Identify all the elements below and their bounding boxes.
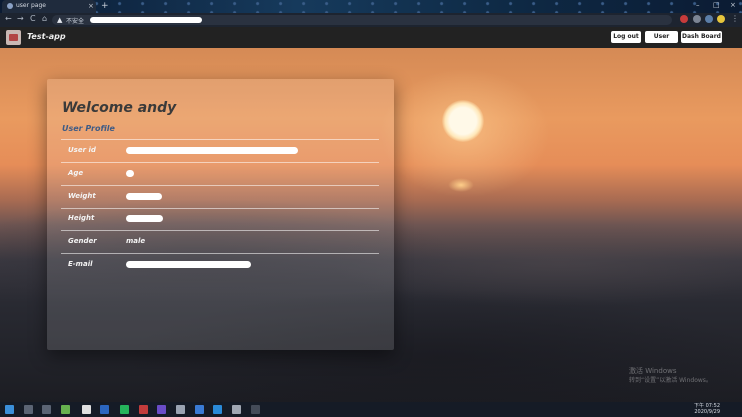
weight-label: Weight <box>68 192 96 200</box>
home-icon[interactable]: ⌂ <box>42 14 47 23</box>
row-divider <box>61 208 379 209</box>
extension-icon[interactable] <box>705 15 713 23</box>
maximize-button[interactable]: □ <box>713 1 720 9</box>
email-label: E-mail <box>68 260 93 268</box>
row-divider <box>61 185 379 186</box>
browser-tab[interactable]: user page × <box>2 0 96 13</box>
back-icon[interactable]: ← <box>5 14 12 23</box>
terminal-icon[interactable] <box>251 405 260 414</box>
app-icon[interactable] <box>157 405 166 414</box>
height-label: Height <box>68 214 95 222</box>
system-clock[interactable]: 下午 07:52 2020/9/29 <box>694 403 720 415</box>
url-redacted <box>90 17 202 23</box>
user-id-value-redacted <box>126 147 298 154</box>
app-icon[interactable] <box>176 405 185 414</box>
user-id-label: User id <box>68 146 96 154</box>
reload-icon[interactable]: C <box>30 14 36 23</box>
height-value-redacted <box>126 215 163 222</box>
app-icon[interactable] <box>232 405 241 414</box>
new-tab-button[interactable]: + <box>101 1 109 11</box>
welcome-heading: Welcome andy <box>62 100 177 116</box>
app-icon[interactable] <box>100 405 109 414</box>
age-label: Age <box>68 169 84 177</box>
age-value-redacted <box>126 170 134 177</box>
sun-reflection <box>448 178 474 192</box>
close-window-button[interactable]: × <box>730 1 736 9</box>
profile-subtitle: User Profile <box>62 124 115 133</box>
warning-icon: ▲ <box>57 16 63 24</box>
vscode-icon[interactable] <box>213 405 222 414</box>
search-icon[interactable] <box>24 405 33 414</box>
tab-title: user page <box>16 2 46 9</box>
app-icon[interactable] <box>120 405 129 414</box>
security-label: 不安全 <box>66 18 85 25</box>
clock-date: 2020/9/29 <box>694 409 720 415</box>
gender-value: male <box>126 237 146 245</box>
email-value-redacted <box>126 261 251 268</box>
profile-card: Welcome andy User Profile User id Age We… <box>47 79 394 350</box>
profile-avatar-icon[interactable] <box>717 15 725 23</box>
extension-icon[interactable] <box>680 15 688 23</box>
start-icon[interactable] <box>5 405 14 414</box>
row-divider <box>61 139 379 140</box>
os-taskbar: 下午 07:52 2020/9/29 <box>0 402 742 417</box>
browser-app-icon[interactable] <box>82 405 91 414</box>
task-view-icon[interactable] <box>42 405 51 414</box>
logout-button[interactable]: Log out <box>611 31 641 43</box>
tab-close-icon[interactable]: × <box>88 2 94 10</box>
menu-icon[interactable]: ⋮ <box>731 14 739 23</box>
browser-toolbar: ← → C ⌂ ▲ 不安全 ⋮ <box>0 13 742 27</box>
user-page-button[interactable]: User Page <box>645 31 678 52</box>
app-logo-icon[interactable] <box>6 30 21 45</box>
sun <box>442 100 484 142</box>
app-icon[interactable] <box>195 405 204 414</box>
dashboard-button[interactable]: Dash Board <box>681 31 722 43</box>
app-brand[interactable]: Test-app <box>27 32 66 41</box>
app-icon[interactable] <box>61 405 70 414</box>
app-navbar: Test-app Log out User Page Dash Board <box>0 27 742 52</box>
gender-label: Gender <box>68 237 97 245</box>
minimize-button[interactable]: – <box>696 1 700 9</box>
address-bar[interactable]: ▲ 不安全 <box>52 15 672 25</box>
row-divider <box>61 253 379 254</box>
forward-icon[interactable]: → <box>17 14 24 23</box>
activation-watermark-text: 转到“设置”以激活 Windows。 <box>629 377 712 384</box>
weight-value-redacted <box>126 193 162 200</box>
row-divider <box>61 162 379 163</box>
tab-strip <box>0 0 742 13</box>
browser-chrome: user page × + – □ × ← → C ⌂ ▲ 不安全 ⋮ <box>0 0 742 27</box>
app-icon[interactable] <box>139 405 148 414</box>
row-divider <box>61 230 379 231</box>
favicon-icon <box>7 3 13 9</box>
extension-icon[interactable] <box>693 15 701 23</box>
